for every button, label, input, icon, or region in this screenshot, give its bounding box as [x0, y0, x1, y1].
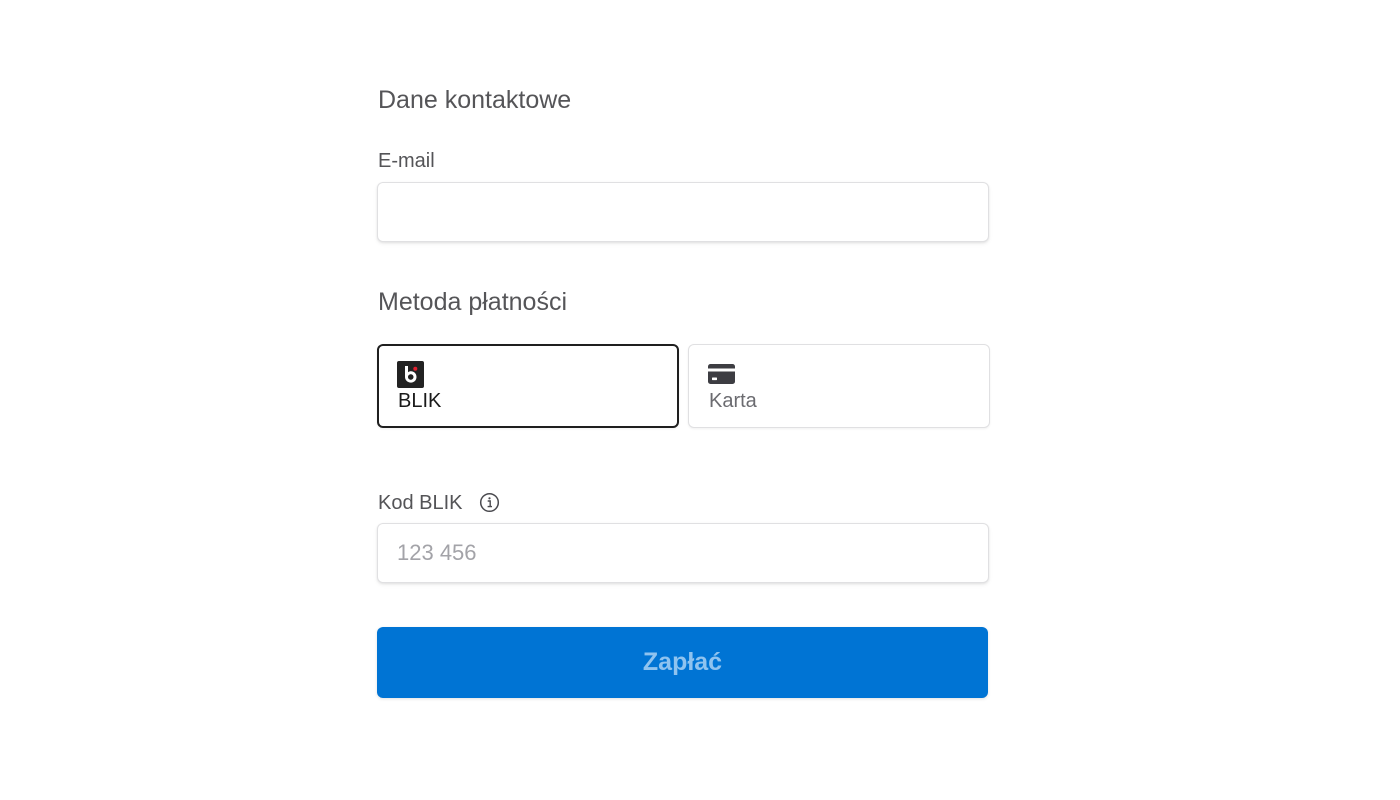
- contact-section-title: Dane kontaktowe: [378, 86, 572, 114]
- payment-method-label: Karta: [709, 390, 757, 412]
- blik-logo-icon: [397, 361, 424, 388]
- credit-card-icon: [708, 361, 735, 388]
- info-icon[interactable]: [479, 492, 500, 513]
- email-field[interactable]: [377, 182, 989, 242]
- blik-code-input[interactable]: [377, 523, 989, 583]
- payment-section-title: Metoda płatności: [378, 288, 568, 316]
- blik-code-label: Kod BLIK: [378, 492, 463, 514]
- payment-method-label: BLIK: [398, 390, 442, 412]
- payment-method-card[interactable]: Karta: [688, 344, 990, 428]
- pay-button[interactable]: Zapłać: [377, 627, 988, 698]
- email-label: E-mail: [378, 150, 435, 172]
- payment-method-blik[interactable]: BLIK: [377, 344, 679, 428]
